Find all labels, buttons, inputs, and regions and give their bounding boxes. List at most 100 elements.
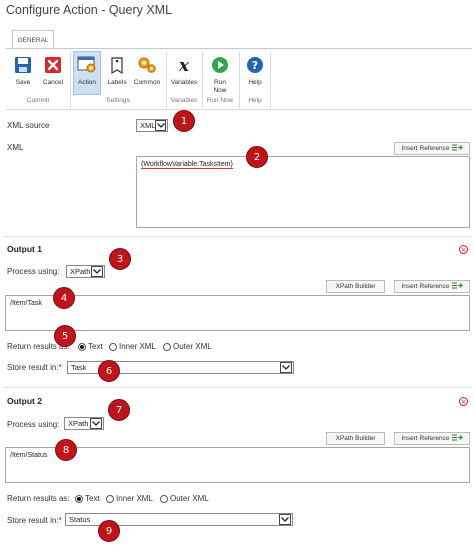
variables-button[interactable]: x Variables xyxy=(168,54,200,87)
section-divider xyxy=(4,236,472,237)
svg-text:x: x xyxy=(178,56,190,74)
output1-insert-reference-button[interactable]: Insert Reference xyxy=(394,280,470,293)
insert-arrow-icon xyxy=(451,144,463,153)
run-now-label-line1: Run xyxy=(214,79,226,86)
radio-label: Inner XML xyxy=(116,494,153,503)
radio-label: Inner XML xyxy=(119,342,156,351)
common-label: Common xyxy=(133,79,161,86)
output1-radio-outer-xml[interactable]: Outer XML xyxy=(163,342,212,351)
callout-5: 5 xyxy=(54,325,76,347)
radio-selected-icon xyxy=(78,342,86,351)
section-divider xyxy=(4,387,472,388)
svg-text:?: ? xyxy=(252,59,258,72)
gears-icon xyxy=(136,54,158,76)
output2-xpath-builder-button[interactable]: XPath Builder xyxy=(326,432,385,445)
help-button[interactable]: ? Help xyxy=(242,54,268,87)
callout-3: 3 xyxy=(109,248,131,270)
callout-4: 4 xyxy=(53,287,75,309)
variables-label: Variables xyxy=(170,79,198,86)
ribbon-separator xyxy=(270,52,271,108)
help-icon: ? xyxy=(244,54,266,76)
group-help-label: Help xyxy=(248,97,262,104)
output1-header: Output 1 xyxy=(7,244,42,254)
radio-icon xyxy=(160,494,168,503)
callout-6: 6 xyxy=(98,360,120,382)
output1-xpath-textarea[interactable]: /Item/Task xyxy=(5,295,470,331)
action-icon xyxy=(76,54,98,76)
save-icon xyxy=(12,54,34,76)
action-button[interactable]: Action xyxy=(73,51,101,95)
insert-arrow-icon xyxy=(451,434,463,443)
output2-insert-reference-button[interactable]: Insert Reference xyxy=(394,432,470,445)
play-icon xyxy=(209,54,231,76)
output2-store-result-value: Status xyxy=(69,515,91,524)
variable-x-icon: x xyxy=(173,54,195,76)
output2-radio-text[interactable]: Text xyxy=(75,494,100,503)
insert-arrow-icon xyxy=(451,282,463,291)
remove-output1-icon[interactable]: × xyxy=(459,245,468,254)
group-commit-label: Commit xyxy=(26,97,50,104)
labels-icon xyxy=(106,54,128,76)
output1-xpath-builder-button[interactable]: XPath Builder xyxy=(326,280,385,293)
output2-process-using-select[interactable]: XPath xyxy=(64,417,104,430)
group-run-now-label: Run Now xyxy=(206,97,234,104)
xml-label: XML xyxy=(7,143,24,152)
output1-store-result-label: Store result in:* xyxy=(7,363,62,372)
labels-button[interactable]: Labels xyxy=(104,54,130,87)
callout-2: 2 xyxy=(246,146,268,168)
xml-value: {WorkflowVariable:TasksItem} xyxy=(141,161,233,169)
output2-radio-inner-xml[interactable]: Inner XML xyxy=(106,494,153,503)
radio-label: Outer XML xyxy=(173,342,212,351)
common-button[interactable]: Common xyxy=(131,54,163,87)
output1-process-using-value: XPath xyxy=(70,267,91,276)
radio-label: Text xyxy=(85,494,100,503)
output2-store-result-label: Store result in:* xyxy=(7,516,62,525)
chevron-down-icon xyxy=(90,418,102,429)
callout-9: 9 xyxy=(98,520,120,542)
output1-process-using-label: Process using: xyxy=(7,267,60,276)
save-button[interactable]: Save xyxy=(11,54,35,87)
callout-7: 7 xyxy=(108,399,130,421)
run-now-button[interactable]: Run Now xyxy=(206,54,234,95)
cancel-label: Cancel xyxy=(42,79,64,86)
output1-xpath-value: /Item/Task xyxy=(10,300,42,307)
output2-return-results-label: Return results as: xyxy=(7,494,70,503)
xml-source-value: XML xyxy=(140,121,156,130)
insert-reference-button[interactable]: Insert Reference xyxy=(394,142,470,155)
remove-output2-icon[interactable]: × xyxy=(459,397,468,406)
output1-radio-text[interactable]: Text xyxy=(78,342,103,351)
labels-label: Labels xyxy=(107,79,127,86)
xml-source-select[interactable]: XML xyxy=(136,119,168,132)
output2-xpath-value: /Item/Status xyxy=(10,452,48,459)
radio-icon xyxy=(106,494,114,503)
chevron-down-icon xyxy=(155,120,166,131)
output2-radio-outer-xml[interactable]: Outer XML xyxy=(160,494,209,503)
output1-radio-inner-xml[interactable]: Inner XML xyxy=(109,342,156,351)
chevron-down-icon xyxy=(280,362,292,373)
window-title: Configure Action - Query XML xyxy=(6,3,173,17)
insert-reference-label: Insert Reference xyxy=(401,435,450,442)
run-now-label-line2: Now xyxy=(213,87,227,94)
radio-label: Text xyxy=(88,342,103,351)
group-variables-label: Variables xyxy=(170,97,198,104)
xml-textarea[interactable]: {WorkflowVariable:TasksItem} xyxy=(136,156,470,228)
output2-process-using-value: XPath xyxy=(68,419,89,428)
help-label: Help xyxy=(248,79,262,86)
callout-1: 1 xyxy=(173,110,195,132)
insert-reference-label: Insert Reference xyxy=(401,283,450,290)
insert-reference-label: Insert Reference xyxy=(401,145,450,152)
cancel-button[interactable]: Cancel xyxy=(39,54,67,87)
output2-process-using-label: Process using: xyxy=(7,420,60,429)
action-label: Action xyxy=(77,79,97,86)
group-settings-label: Settings xyxy=(106,97,130,104)
cancel-icon xyxy=(42,54,64,76)
ribbon-separator xyxy=(70,52,71,108)
radio-label: Outer XML xyxy=(170,494,209,503)
chevron-down-icon xyxy=(91,266,103,277)
callout-8: 8 xyxy=(55,439,77,461)
chevron-down-icon xyxy=(279,514,291,525)
radio-icon xyxy=(109,342,117,351)
save-label: Save xyxy=(15,79,31,86)
output1-process-using-select[interactable]: XPath xyxy=(66,265,105,278)
tab-general[interactable]: GENERAL xyxy=(12,30,54,49)
